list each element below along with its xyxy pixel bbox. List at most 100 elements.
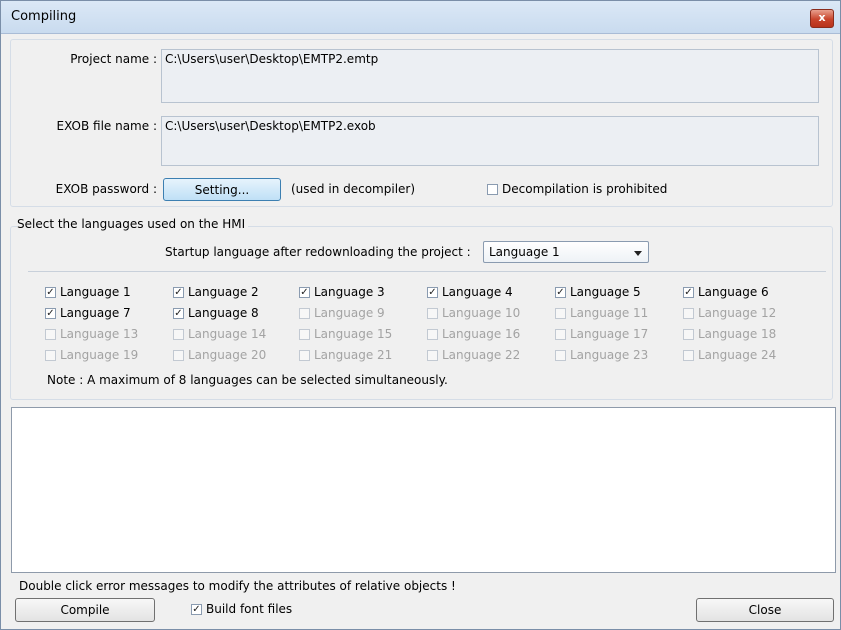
language-checkbox-box [427, 349, 438, 361]
language-checkbox[interactable]: ✓ Language 8 [173, 306, 259, 320]
language-checkbox-box [173, 328, 184, 340]
language-checkbox: Language 18 [683, 327, 776, 341]
project-name-label: Project name : [70, 52, 157, 66]
close-window-icon[interactable]: x [810, 9, 834, 28]
language-checkbox-box [683, 307, 694, 319]
language-checkbox: Language 13 [45, 327, 138, 341]
language-checkbox-box[interactable]: ✓ [683, 286, 694, 298]
language-checkbox-label: Language 19 [60, 348, 139, 362]
language-checkbox-box[interactable]: ✓ [173, 307, 184, 319]
title-bar[interactable]: Compiling x [1, 1, 840, 34]
project-name-field: C:\Users\user\Desktop\EMTP2.emtp [161, 49, 819, 103]
compiling-dialog: Compiling x Project name : C:\Users\user… [0, 0, 841, 630]
languages-group-title: Select the languages used on the HMI [17, 217, 249, 231]
language-checkbox: Language 11 [555, 306, 648, 320]
language-checkbox-box[interactable]: ✓ [45, 286, 56, 298]
language-checkbox: Language 9 [299, 306, 385, 320]
language-checkbox: Language 24 [683, 348, 776, 362]
language-checkbox-box [427, 307, 438, 319]
language-checkbox-label: Language 6 [698, 285, 769, 299]
exob-file-name-label: EXOB file name : [56, 119, 157, 133]
error-message-list[interactable] [11, 407, 836, 573]
language-checkbox-box [427, 328, 438, 340]
language-checkbox[interactable]: ✓ Language 7 [45, 306, 131, 320]
language-checkbox: Language 21 [299, 348, 392, 362]
language-checkbox-box [173, 349, 184, 361]
language-checkbox-box [299, 307, 310, 319]
language-checkbox-label: Language 11 [570, 306, 649, 320]
language-checkbox-label: Language 22 [442, 348, 521, 362]
language-checkbox-box[interactable]: ✓ [45, 307, 56, 319]
language-checkbox: Language 17 [555, 327, 648, 341]
decompilation-prohibited-box[interactable] [487, 183, 498, 195]
language-checkbox-box [45, 349, 56, 361]
language-checkbox-box[interactable]: ✓ [173, 286, 184, 298]
language-checkbox-box [555, 307, 566, 319]
language-checkbox-label: Language 8 [188, 306, 259, 320]
language-checkbox-box [555, 328, 566, 340]
language-checkbox: Language 16 [427, 327, 520, 341]
language-checkbox-box[interactable]: ✓ [555, 286, 566, 298]
language-checkbox[interactable]: ✓ Language 3 [299, 285, 385, 299]
language-checkbox-label: Language 21 [314, 348, 393, 362]
language-checkbox-label: Language 5 [570, 285, 641, 299]
language-checkbox: Language 22 [427, 348, 520, 362]
compile-button[interactable]: Compile [15, 598, 155, 622]
language-checkbox-label: Language 12 [698, 306, 777, 320]
language-checkbox[interactable]: ✓ Language 6 [683, 285, 769, 299]
decompilation-prohibited-label: Decompilation is prohibited [502, 182, 668, 196]
max-languages-note: Note : A maximum of 8 languages can be s… [47, 373, 448, 387]
chevron-down-icon [634, 251, 642, 256]
exob-password-label: EXOB password : [55, 182, 157, 196]
language-checkbox[interactable]: ✓ Language 5 [555, 285, 641, 299]
startup-language-dropdown[interactable]: Language 1 [483, 241, 649, 263]
language-checkbox-box[interactable]: ✓ [427, 286, 438, 298]
language-checkbox-label: Language 9 [314, 306, 385, 320]
language-checkbox: Language 12 [683, 306, 776, 320]
language-checkbox-label: Language 2 [188, 285, 259, 299]
language-checkbox-label: Language 3 [314, 285, 385, 299]
language-checkbox-box [555, 349, 566, 361]
language-checkbox-label: Language 1 [60, 285, 131, 299]
language-checkbox: Language 15 [299, 327, 392, 341]
build-font-files-checkbox[interactable]: ✓ Build font files [191, 602, 292, 616]
language-checkbox-box [683, 349, 694, 361]
setting-button[interactable]: Setting... [163, 178, 281, 201]
language-checkbox-label: Language 17 [570, 327, 649, 341]
language-checkbox-box [683, 328, 694, 340]
close-button[interactable]: Close [696, 598, 834, 622]
language-checkbox-box[interactable]: ✓ [299, 286, 310, 298]
startup-language-label: Startup language after redownloading the… [165, 245, 471, 259]
language-checkbox-label: Language 10 [442, 306, 521, 320]
language-checkbox-label: Language 13 [60, 327, 139, 341]
language-checkbox-label: Language 16 [442, 327, 521, 341]
language-checkbox-box [299, 328, 310, 340]
decompilation-prohibited-checkbox[interactable]: Decompilation is prohibited [487, 182, 667, 196]
window-title: Compiling [11, 9, 77, 24]
build-font-files-box[interactable]: ✓ [191, 603, 202, 615]
language-checkbox: Language 20 [173, 348, 266, 362]
language-checkbox[interactable]: ✓ Language 4 [427, 285, 513, 299]
error-hint-text: Double click error messages to modify th… [19, 579, 456, 593]
language-checkbox-label: Language 15 [314, 327, 393, 341]
language-checkbox: Language 19 [45, 348, 138, 362]
language-checkbox-box [299, 349, 310, 361]
language-checkbox[interactable]: ✓ Language 2 [173, 285, 259, 299]
language-checkbox-box [45, 328, 56, 340]
language-checkbox: Language 23 [555, 348, 648, 362]
used-in-decompiler-text: (used in decompiler) [291, 182, 416, 196]
language-checkbox: Language 14 [173, 327, 266, 341]
build-font-files-label: Build font files [206, 602, 293, 616]
language-checkbox-label: Language 4 [442, 285, 513, 299]
language-checkbox-label: Language 20 [188, 348, 267, 362]
exob-file-name-field: C:\Users\user\Desktop\EMTP2.exob [161, 116, 819, 166]
language-checkbox-label: Language 14 [188, 327, 267, 341]
startup-language-selected: Language 1 [489, 245, 560, 259]
language-checkbox: Language 10 [427, 306, 520, 320]
languages-separator [28, 271, 826, 272]
language-checkbox-label: Language 7 [60, 306, 131, 320]
language-checkbox-label: Language 18 [698, 327, 777, 341]
language-checkbox-label: Language 24 [698, 348, 777, 362]
language-checkbox[interactable]: ✓ Language 1 [45, 285, 131, 299]
language-checkbox-label: Language 23 [570, 348, 649, 362]
